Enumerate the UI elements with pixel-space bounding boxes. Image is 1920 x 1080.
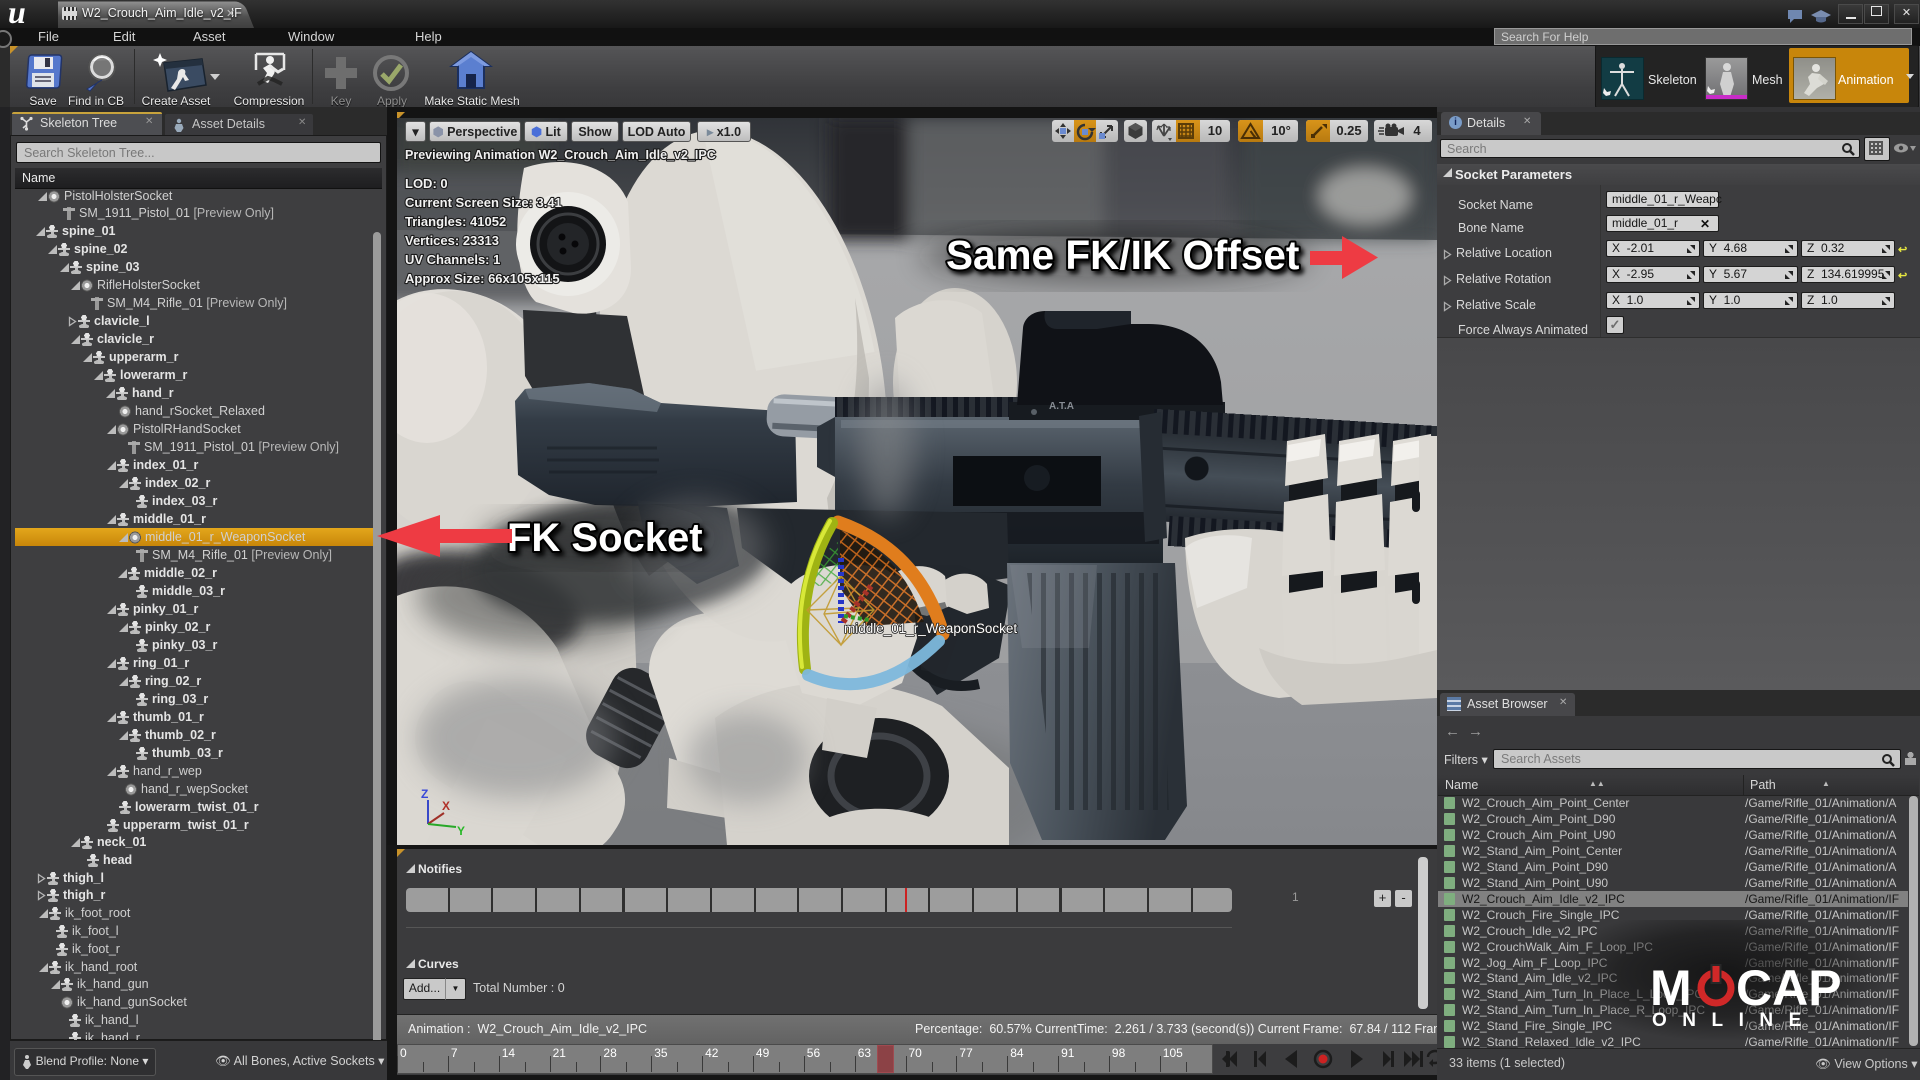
svg-text:A.T.A: A.T.A <box>1049 401 1074 412</box>
svg-text:LOD: 0: LOD: 0 <box>405 176 448 191</box>
svg-text:UV Channels: 1: UV Channels: 1 <box>405 252 500 267</box>
svg-text:Same FK/IK Offset: Same FK/IK Offset <box>946 232 1299 278</box>
svg-text:Z: Z <box>421 787 428 801</box>
svg-text:Approx Size: 66x105x115: Approx Size: 66x105x115 <box>405 271 560 286</box>
svg-text:Current Screen Size: 3.41: Current Screen Size: 3.41 <box>405 195 562 210</box>
svg-text:Vertices: 23313: Vertices: 23313 <box>405 233 499 248</box>
svg-text:FK Socket: FK Socket <box>507 516 703 560</box>
svg-text:middle_01_r_WeaponSocket: middle_01_r_WeaponSocket <box>844 621 1017 636</box>
svg-text:X: X <box>442 799 450 813</box>
svg-text:Previewing Animation W2_Crouch: Previewing Animation W2_Crouch_Aim_Idle_… <box>405 148 716 162</box>
svg-text:Triangles: 41052: Triangles: 41052 <box>405 214 506 229</box>
svg-text:Y: Y <box>457 824 465 838</box>
